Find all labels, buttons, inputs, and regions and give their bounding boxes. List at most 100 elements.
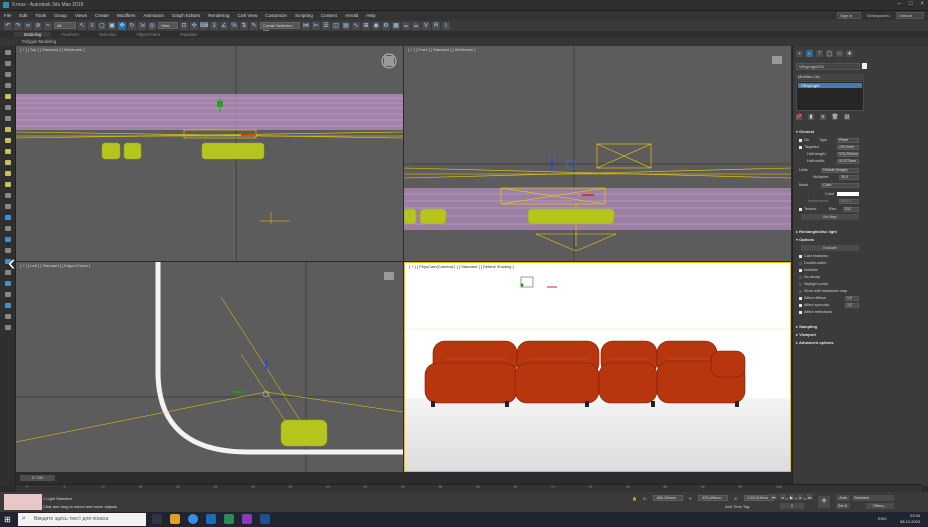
object-name-field[interactable]: VRayLight001 xyxy=(796,63,860,70)
pivot-center-icon[interactable]: ⊡ xyxy=(180,21,188,30)
tool-snap-icon[interactable] xyxy=(5,226,11,231)
modifier-list-dropdown[interactable]: Modifier List xyxy=(796,74,864,80)
tool-modifier-icon[interactable] xyxy=(5,215,11,220)
angle-snap-icon[interactable]: ∠ xyxy=(220,21,228,30)
set-key-button[interactable]: Set K. xyxy=(836,503,850,509)
add-time-tag[interactable]: Add Time Tag xyxy=(725,504,749,509)
tool-light-icon[interactable] xyxy=(5,94,11,99)
menu-civil-view[interactable]: Civil View xyxy=(233,13,261,18)
play-icon[interactable]: ▶ xyxy=(788,494,795,500)
select-by-name-icon[interactable]: ≡ xyxy=(88,21,96,30)
bind-spacewarp-icon[interactable]: ≈ xyxy=(44,21,52,30)
viewport-top-label[interactable]: [ + ] [ Top ] [ Standard ] [ Wireframe ] xyxy=(20,47,85,52)
menu-edit[interactable]: Edit xyxy=(15,13,31,18)
render-production-icon[interactable]: ☕ xyxy=(402,21,410,30)
hierarchy-tab-icon[interactable]: ⊤ xyxy=(816,50,823,57)
viewport-left[interactable]: [ + ] [ Left ] [ Standard ] [ Edged Face… xyxy=(16,262,403,472)
temperature-spinner[interactable]: 6500,0 xyxy=(839,198,859,204)
curve-editor-icon[interactable]: ∿ xyxy=(352,21,360,30)
option-checkbox-0[interactable] xyxy=(799,254,802,258)
tool-cylinder-icon[interactable] xyxy=(5,149,11,154)
tool-camera-icon[interactable] xyxy=(5,105,11,110)
link-icon[interactable]: ∞ xyxy=(24,21,32,30)
affect-specular-spinner[interactable]: 1,0 xyxy=(845,302,859,308)
undo-icon[interactable]: ↶ xyxy=(4,21,12,30)
type-dropdown[interactable]: Plane xyxy=(837,137,859,143)
percent-snap-icon[interactable]: % xyxy=(230,21,238,30)
object-color-swatch[interactable] xyxy=(862,63,867,69)
track-bar[interactable]: 0 5 10 15 20 25 30 35 40 45 50 55 60 65 70 75 80 85 90 95 10… xyxy=(16,484,922,492)
multiplier-spinner[interactable]: 30,0 xyxy=(839,174,859,180)
chrome-icon[interactable] xyxy=(188,514,198,524)
viewport-left-label[interactable]: [ + ] [ Left ] [ Standard ] [ Edged Face… xyxy=(20,263,90,268)
menu-group[interactable]: Group xyxy=(50,13,71,18)
viewport-perspective[interactable]: [ + ] [ PhysCam(Camera)1 ] [ Standard ] … xyxy=(404,262,791,472)
menu-customize[interactable]: Customize xyxy=(261,13,291,18)
remove-modifier-icon[interactable]: 🗑 xyxy=(832,114,838,120)
tool-torus-icon[interactable] xyxy=(5,160,11,165)
tool-select-icon[interactable] xyxy=(5,50,11,55)
motion-tab-icon[interactable]: ◯ xyxy=(826,50,833,57)
mirror-icon[interactable]: ⋈ xyxy=(302,21,310,30)
taskbar-clock[interactable]: 23:40 08.10.2020 xyxy=(900,513,920,525)
ribbon-tab-selection[interactable]: Selection xyxy=(89,32,127,37)
ribbon-tab-object-paint[interactable]: Object Paint xyxy=(127,32,170,37)
3dsmax-icon[interactable] xyxy=(224,514,234,524)
redo-icon[interactable]: ↷ xyxy=(14,21,22,30)
make-unique-icon[interactable]: ∨ xyxy=(820,114,826,120)
menu-graph-editors[interactable]: Graph Editors xyxy=(168,13,204,18)
menu-create[interactable]: Create xyxy=(91,13,113,18)
mode-dropdown[interactable]: Color xyxy=(821,182,859,188)
minimize-icon[interactable]: – xyxy=(898,1,901,7)
tool-shape-icon[interactable] xyxy=(5,204,11,209)
pin-stack-icon[interactable]: 📌 xyxy=(796,114,802,120)
tool-graphite-icon[interactable] xyxy=(5,292,11,297)
edit-named-sets-icon[interactable]: ✎ xyxy=(250,21,258,30)
schematic-view-icon[interactable]: ⊞ xyxy=(362,21,370,30)
half-length-spinner[interactable]: 576,253mm xyxy=(837,151,859,157)
viewport-front[interactable]: [ + ] [ Front ] [ Standard ] [ Wireframe… xyxy=(404,46,791,261)
polygon-modeling-label[interactable]: Polygon Modeling xyxy=(22,39,56,44)
current-frame-field[interactable]: 0 xyxy=(780,503,804,509)
key-filter-dropdown[interactable]: Selected xyxy=(852,495,894,501)
viewport-top[interactable]: [ + ] [ Top ] [ Standard ] [ Wireframe ] xyxy=(16,46,403,261)
auto-key-button[interactable]: Auto xyxy=(836,495,850,501)
set-key-icon[interactable]: + xyxy=(818,496,830,508)
option-checkbox-1[interactable] xyxy=(799,261,802,265)
menu-content[interactable]: Content xyxy=(317,13,341,18)
option-checkbox-8[interactable] xyxy=(799,310,802,314)
x-coord-field[interactable]: -860,284mm xyxy=(652,495,683,501)
tool-sphere-icon[interactable] xyxy=(5,127,11,132)
go-to-start-icon[interactable]: ⏮ xyxy=(770,494,777,500)
back-arrow-icon[interactable]: ‹ xyxy=(8,250,15,276)
key-filters-button[interactable]: Filters... xyxy=(866,503,894,509)
ribbon-tab-modeling[interactable]: Modeling xyxy=(14,32,52,37)
tool-teapot-icon[interactable] xyxy=(5,182,11,187)
texture-checkbox[interactable] xyxy=(799,207,802,211)
menu-help[interactable]: Help xyxy=(362,13,379,18)
taskbar-search-input[interactable]: Введите здесь текст для поиска xyxy=(18,513,146,526)
menu-file[interactable]: File xyxy=(0,13,15,18)
option-checkbox-7[interactable] xyxy=(799,303,802,307)
option-checkbox-5[interactable] xyxy=(799,289,802,293)
select-object-icon[interactable]: ↖ xyxy=(78,21,86,30)
res-spinner[interactable]: 512 xyxy=(843,206,859,212)
rendered-frame-icon[interactable]: ▦ xyxy=(392,21,400,30)
ref-coord-dropdown[interactable]: View xyxy=(158,22,178,29)
viewport-front-label[interactable]: [ + ] [ Front ] [ Standard ] [ Wireframe… xyxy=(408,47,475,52)
sampling-rollout-header[interactable]: ▸ Sampling xyxy=(796,324,859,330)
rect-disc-rollout-header[interactable]: ▸ Rectangle/disc light xyxy=(796,229,859,235)
maximize-icon[interactable]: □ xyxy=(909,1,913,7)
keyboard-shortcut-icon[interactable]: ⌨ xyxy=(200,21,208,30)
material-editor-icon[interactable]: ◉ xyxy=(372,21,380,30)
select-move-icon[interactable]: ✥ xyxy=(118,21,126,30)
option-checkbox-6[interactable] xyxy=(799,296,802,300)
tool-spline-icon[interactable] xyxy=(5,193,11,198)
menu-views[interactable]: Views xyxy=(71,13,91,18)
y-coord-field[interactable]: -875,466mm xyxy=(698,495,729,501)
options-rollout-header[interactable]: ▾ Options xyxy=(796,237,859,243)
spinner-snap-icon[interactable]: ⇅ xyxy=(240,21,248,30)
option-checkbox-4[interactable] xyxy=(799,282,802,286)
tool-box-icon[interactable] xyxy=(5,138,11,143)
units-dropdown[interactable]: Default (image) xyxy=(821,167,859,173)
